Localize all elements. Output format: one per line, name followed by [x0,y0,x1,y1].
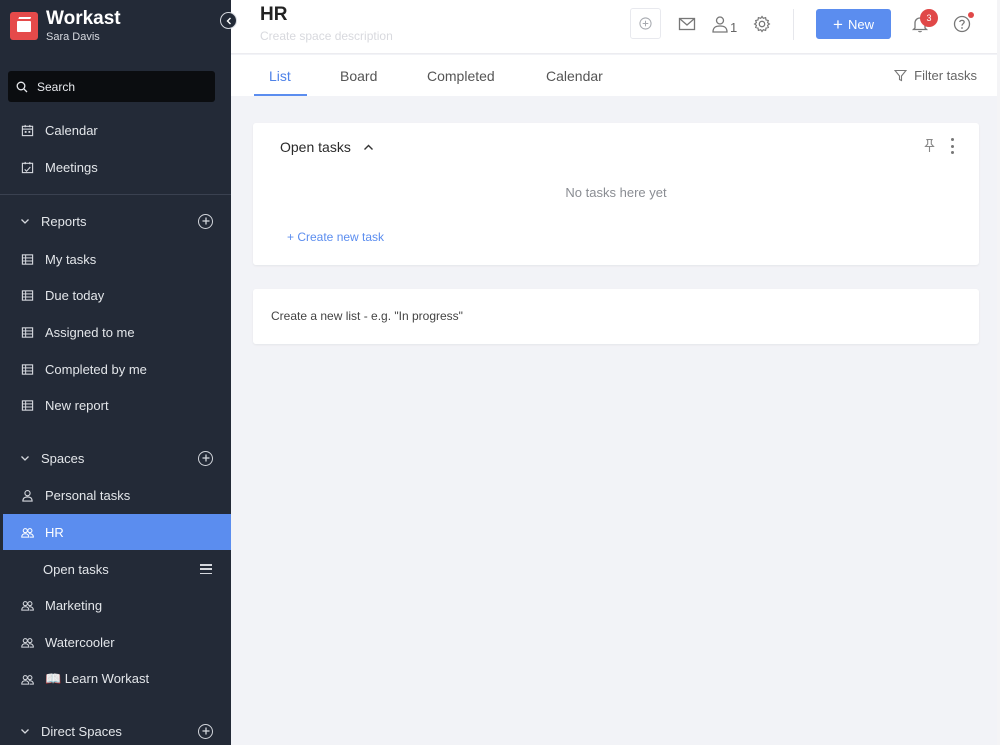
sidebar-item-label: Completed by me [45,361,147,377]
section-reports[interactable]: Reports [0,206,231,236]
search-icon [16,81,28,92]
sidebar-item-calendar[interactable]: Calendar [0,112,231,148]
filter-label: Filter tasks [914,68,977,83]
sidebar-item-new-report[interactable]: New report [0,387,231,423]
help-notification-dot [968,12,974,18]
sidebar-item-assigned-to-me[interactable]: Assigned to me [0,314,231,350]
new-button[interactable]: + New [816,9,891,39]
sidebar-item-label: Assigned to me [45,324,135,340]
sidebar: Workast Sara Davis Search Calendar Meeti… [0,0,231,745]
sidebar-item-marketing[interactable]: Marketing [0,587,231,623]
chevron-down-icon [20,453,32,463]
search-label: Search [37,79,76,94]
list-header[interactable]: Open tasks [280,139,374,155]
space-header: HR Create space description 1 + New 3 [231,0,1000,54]
sidebar-item-open-tasks[interactable]: Open tasks [0,551,231,587]
section-spaces[interactable]: Spaces [0,443,231,473]
sidebar-item-personal-tasks[interactable]: Personal tasks [0,477,231,513]
sidebar-item-label: Watercooler [45,634,115,650]
sidebar-item-label: New report [45,397,109,413]
sidebar-item-label: Personal tasks [45,487,131,503]
menu-icon[interactable] [200,564,212,574]
sidebar-item-label: 📖 Learn Workast [45,671,150,686]
new-list-input[interactable]: Create a new list - e.g. "In progress" [271,309,463,323]
brand[interactable]: Workast Sara Davis [10,6,121,46]
tab-board[interactable]: Board [340,55,377,96]
chevron-down-icon [20,216,32,226]
sidebar-item-hr[interactable]: HR [3,514,231,550]
plus-icon: + [833,14,843,34]
person-icon [20,488,34,502]
sidebar-item-label: My tasks [45,251,97,267]
people-icon [20,598,34,612]
sidebar-item-my-tasks[interactable]: My tasks [0,241,231,277]
sidebar-item-label: Meetings [45,159,98,175]
people-icon [20,672,34,686]
pin-icon[interactable] [922,138,937,158]
add-space-icon[interactable] [198,450,213,466]
new-list-card[interactable]: Create a new list - e.g. "In progress" [253,289,979,344]
sidebar-item-label: Marketing [45,597,103,613]
workast-logo-icon [10,12,38,40]
chevron-up-icon[interactable] [363,142,374,153]
tab-calendar[interactable]: Calendar [546,55,603,96]
app-name: Workast [46,8,121,29]
sidebar-item-label: HR [45,524,64,540]
space-description-input[interactable]: Create space description [260,29,393,43]
add-icon[interactable] [630,8,661,39]
gear-icon[interactable] [753,11,771,37]
divider [793,9,794,40]
new-button-label: New [847,16,874,32]
add-report-icon[interactable] [198,213,213,229]
sidebar-item-learn-workast[interactable]: 📖 Learn Workast [0,661,231,697]
table-icon [20,288,34,302]
task-list-card: Open tasks No tasks here yet + Create ne… [253,123,979,265]
table-icon [20,252,34,266]
sidebar-item-watercooler[interactable]: Watercooler [0,624,231,660]
tab-completed[interactable]: Completed [427,55,495,96]
create-task-link[interactable]: + Create new task [287,230,384,244]
member-count: 1 [730,19,738,35]
view-tabs: List Board Completed Calendar Filter tas… [231,55,1000,96]
chevron-down-icon [20,726,32,736]
table-icon [20,362,34,376]
calendar-icon [20,123,34,137]
email-icon[interactable] [678,11,696,37]
more-options-icon[interactable] [950,138,954,154]
sidebar-item-label: Due today [45,287,105,303]
add-direct-space-icon[interactable] [198,723,213,739]
section-direct-spaces[interactable]: Direct Spaces [0,716,231,745]
divider [0,194,231,195]
section-label: Spaces [41,450,85,466]
person-icon [712,16,728,33]
meetings-icon [20,160,34,174]
empty-state-text: No tasks here yet [565,185,667,200]
sidebar-item-label: Open tasks [43,561,109,577]
list-title: Open tasks [280,139,351,155]
filter-tasks-button[interactable]: Filter tasks [894,55,977,96]
page-title: HR [260,4,288,25]
people-icon [20,525,34,539]
section-label: Direct Spaces [41,723,122,739]
sidebar-item-due-today[interactable]: Due today [0,277,231,313]
user-name: Sara Davis [46,31,100,43]
collapse-sidebar-icon[interactable] [220,12,237,29]
filter-icon [894,69,908,82]
tab-list[interactable]: List [269,55,291,96]
sidebar-item-completed-by-me[interactable]: Completed by me [0,351,231,387]
people-icon [20,635,34,649]
members-button[interactable]: 1 [711,11,737,37]
table-icon [20,398,34,412]
sidebar-item-label: Calendar [45,122,98,138]
notification-badge: 3 [920,9,938,27]
table-icon [20,325,34,339]
active-tab-indicator [254,94,307,96]
search-box[interactable]: Search [8,71,215,102]
sidebar-item-meetings[interactable]: Meetings [0,149,231,185]
section-label: Reports [41,213,87,229]
